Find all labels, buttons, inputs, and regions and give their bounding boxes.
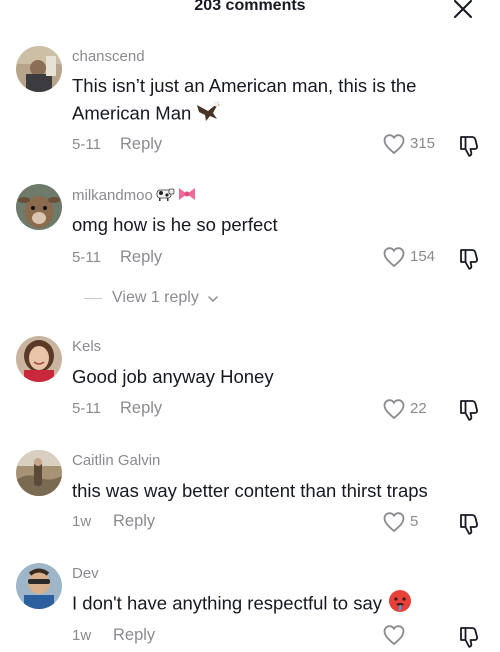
comments-header: 203 comments	[0, 0, 500, 22]
dislike-button[interactable]	[457, 134, 481, 158]
avatar[interactable]	[16, 46, 62, 92]
comment-text: American Man	[72, 102, 192, 124]
cow-icon	[155, 186, 175, 206]
avatar[interactable]	[16, 184, 62, 230]
comment-text-line: I don't have anything respectful to say	[72, 589, 412, 620]
comment-username[interactable]: Caitlin Galvin	[72, 452, 160, 469]
avatar[interactable]	[16, 563, 62, 609]
comment-text-line: American Man	[72, 99, 221, 130]
avatar-image	[16, 46, 62, 92]
eagle-icon	[195, 99, 221, 130]
heart-icon	[383, 625, 405, 646]
like-button[interactable]: 154	[382, 245, 442, 269]
comment-date: 1w	[72, 627, 92, 644]
reply-button[interactable]: Reply	[120, 399, 162, 418]
reply-button[interactable]: Reply	[113, 626, 155, 645]
like-count: 22	[410, 400, 427, 417]
like-count: 5	[410, 513, 419, 530]
like-button[interactable]: 5	[382, 510, 442, 534]
comment-username[interactable]: chanscend	[72, 48, 145, 65]
dislike-button[interactable]	[457, 625, 481, 649]
heart-icon	[383, 247, 405, 268]
comment-date: 5-11	[72, 136, 101, 153]
avatar-image	[16, 563, 62, 609]
comment-username[interactable]: Dev	[72, 565, 99, 582]
thumbs-down-icon	[460, 627, 478, 648]
comment-text: Good job anyway Honey	[72, 366, 274, 387]
reply-button[interactable]: Reply	[120, 248, 162, 267]
comment-username[interactable]: Kels	[72, 338, 101, 355]
thumbs-down-icon	[460, 249, 478, 270]
comment-text: I don't have anything respectful to say	[72, 592, 383, 614]
username-text: milkandmoo	[72, 186, 153, 204]
comment-date: 5-11	[72, 400, 101, 417]
divider-line	[84, 298, 102, 299]
comment-date: 1w	[72, 513, 92, 530]
hot-face-icon	[388, 589, 412, 620]
like-count: 315	[410, 135, 436, 152]
reply-button[interactable]: Reply	[113, 512, 155, 531]
heart-icon	[383, 134, 405, 155]
comments-count-title: 203 comments	[194, 0, 306, 14]
like-button[interactable]	[382, 623, 442, 647]
avatar[interactable]	[16, 336, 62, 382]
dislike-button[interactable]	[457, 247, 481, 271]
avatar[interactable]	[16, 450, 62, 496]
reply-button[interactable]: Reply	[120, 135, 162, 154]
avatar-image	[16, 450, 62, 496]
bow-icon	[177, 186, 197, 206]
comment-text: this was way better content than thirst …	[72, 480, 428, 501]
avatar-image	[16, 336, 62, 382]
comment-date: 5-11	[72, 249, 101, 266]
like-button[interactable]: 315	[382, 132, 442, 156]
thumbs-down-icon	[460, 400, 478, 421]
thumbs-down-icon	[460, 514, 478, 535]
thumbs-down-icon	[460, 136, 478, 157]
dislike-button[interactable]	[457, 398, 481, 422]
heart-icon	[383, 399, 405, 420]
close-icon	[454, 0, 472, 18]
like-button[interactable]: 22	[382, 397, 442, 421]
view-replies-label: View 1 reply	[112, 289, 199, 306]
chevron-down-icon	[208, 296, 218, 303]
avatar-image	[16, 184, 62, 230]
like-count: 154	[410, 248, 436, 265]
comment-text: omg how is he so perfect	[72, 214, 278, 235]
close-button[interactable]	[452, 0, 474, 20]
comment-username[interactable]: milkandmoo	[72, 186, 197, 206]
dislike-button[interactable]	[457, 512, 481, 536]
comment-text-line: This isn’t just an American man, this is…	[72, 75, 417, 96]
heart-icon	[383, 512, 405, 533]
